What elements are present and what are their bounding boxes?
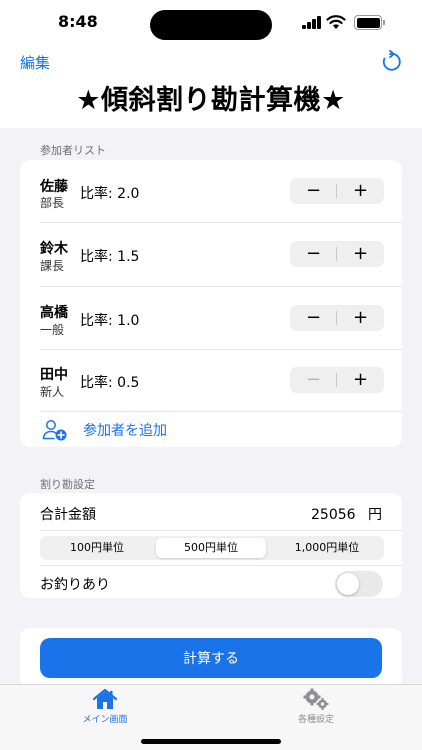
reset-arrow-icon[interactable] bbox=[378, 50, 402, 74]
total-amount-number: 25056 bbox=[311, 507, 356, 523]
increment-button[interactable]: + bbox=[337, 367, 384, 393]
add-participant-label: 参加者を追加 bbox=[83, 423, 167, 439]
change-label: お釣りあり bbox=[40, 577, 110, 593]
segment-500[interactable]: 500円単位 bbox=[156, 538, 266, 558]
wifi-icon bbox=[326, 15, 346, 29]
participant-row: 高橋 一般 比率: 1.0 − + bbox=[20, 287, 402, 350]
segment-1000[interactable]: 1,000円単位 bbox=[272, 538, 382, 558]
participant-role: 部長 bbox=[40, 196, 65, 210]
dynamic-island bbox=[150, 10, 272, 40]
row-divider bbox=[40, 530, 402, 531]
gears-icon bbox=[303, 688, 329, 710]
home-indicator bbox=[141, 739, 281, 744]
participant-ratio: 比率: 0.5 bbox=[80, 375, 140, 391]
decrement-button[interactable]: − bbox=[290, 178, 337, 204]
row-divider bbox=[40, 565, 402, 566]
total-amount-label: 合計金額 bbox=[40, 507, 96, 523]
decrement-button-disabled[interactable]: − bbox=[290, 367, 337, 393]
participant-role: 新人 bbox=[40, 385, 65, 399]
settings-card: 合計金額 25056 円 100円単位 500円単位 1,000円単位 お釣りあ… bbox=[20, 493, 402, 598]
participant-role: 一般 bbox=[40, 323, 65, 337]
participant-ratio: 比率: 1.0 bbox=[80, 313, 140, 329]
house-icon bbox=[92, 688, 118, 709]
participant-name: 鈴木 bbox=[40, 241, 68, 257]
total-amount-value[interactable]: 25056 円 bbox=[311, 504, 382, 524]
ratio-stepper: − + bbox=[290, 178, 384, 204]
rounding-unit-segmented-control: 100円単位 500円単位 1,000円単位 bbox=[40, 536, 384, 560]
page-title: ★傾斜割り勘計算機★ bbox=[76, 85, 346, 116]
add-person-icon bbox=[42, 420, 67, 441]
increment-button[interactable]: + bbox=[337, 241, 384, 267]
ratio-stepper: − + bbox=[290, 367, 384, 393]
calculate-card: 計算する bbox=[20, 628, 402, 688]
segment-100[interactable]: 100円単位 bbox=[42, 538, 152, 558]
participant-row: 鈴木 課長 比率: 1.5 − + bbox=[20, 223, 402, 287]
decrement-button[interactable]: − bbox=[290, 305, 337, 331]
participant-name: 田中 bbox=[40, 367, 68, 383]
battery-icon bbox=[354, 15, 386, 30]
status-time: 8:48 bbox=[58, 12, 98, 31]
increment-button[interactable]: + bbox=[337, 305, 384, 331]
cellular-signal-icon bbox=[302, 16, 322, 29]
participant-row: 田中 新人 比率: 0.5 − + bbox=[20, 350, 402, 412]
participant-ratio: 比率: 2.0 bbox=[80, 186, 140, 202]
total-amount-unit: 円 bbox=[368, 507, 382, 523]
ratio-stepper: − + bbox=[290, 241, 384, 267]
tab-main-label: メイン画面 bbox=[82, 715, 128, 725]
tab-settings-label: 各種設定 bbox=[297, 715, 334, 725]
decrement-button[interactable]: − bbox=[290, 241, 337, 267]
ratio-stepper: − + bbox=[290, 305, 384, 331]
change-toggle[interactable] bbox=[335, 571, 383, 597]
participant-name: 高橋 bbox=[40, 305, 68, 321]
participant-name: 佐藤 bbox=[40, 179, 68, 195]
participant-role: 課長 bbox=[40, 259, 65, 273]
add-participant-button[interactable]: 参加者を追加 bbox=[20, 411, 402, 447]
settings-section-header: 割り勘設定 bbox=[40, 478, 95, 491]
participant-ratio: 比率: 1.5 bbox=[80, 249, 140, 265]
participant-row: 佐藤 部長 比率: 2.0 − + bbox=[20, 160, 402, 223]
tab-main[interactable]: メイン画面 bbox=[55, 685, 155, 735]
tab-settings[interactable]: 各種設定 bbox=[266, 685, 366, 735]
edit-button[interactable]: 編集 bbox=[20, 52, 50, 73]
calculate-button[interactable]: 計算する bbox=[40, 638, 382, 678]
participants-section-header: 参加者リスト bbox=[40, 144, 106, 157]
status-bar: 8:48 bbox=[0, 0, 422, 48]
participants-card: 佐藤 部長 比率: 2.0 − + 鈴木 課長 比率: 1.5 − + 高橋 一… bbox=[20, 160, 402, 447]
increment-button[interactable]: + bbox=[337, 178, 384, 204]
toggle-knob bbox=[337, 573, 359, 595]
